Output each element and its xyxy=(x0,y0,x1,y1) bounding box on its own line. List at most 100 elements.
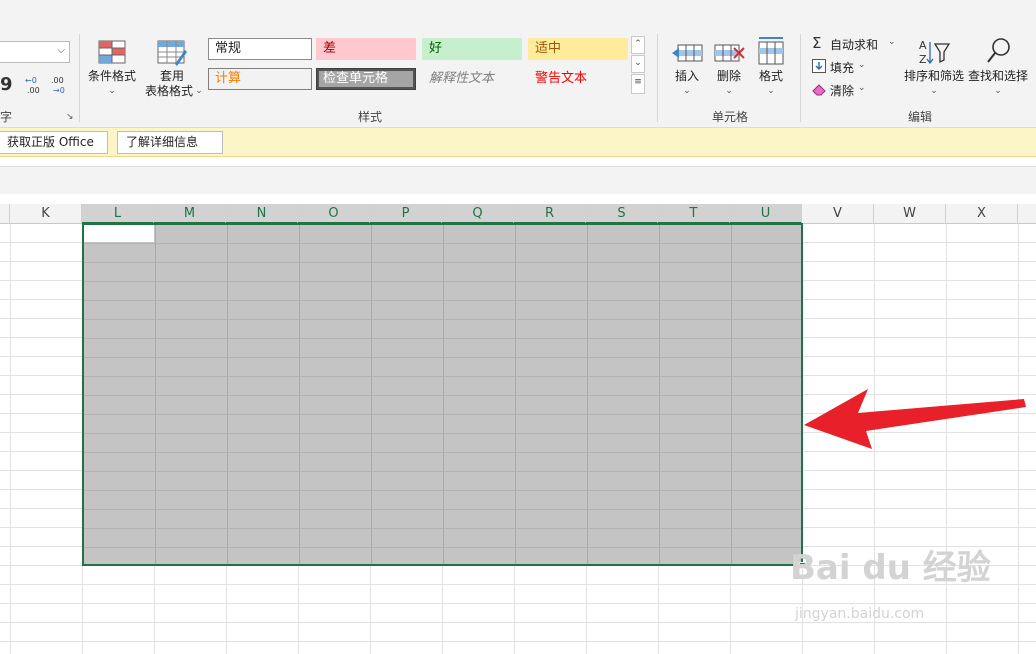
chevron-down-icon: ⌄ xyxy=(888,37,896,47)
delete-label: 删除 xyxy=(716,69,741,83)
column-header-x[interactable]: X xyxy=(946,204,1018,224)
column-header-n[interactable]: N xyxy=(226,204,298,224)
red-arrow-annotation xyxy=(804,389,1026,449)
formula-bar-gap xyxy=(0,166,1036,194)
clear-label: 清除 xyxy=(830,84,855,98)
svg-text:←0: ←0 xyxy=(25,76,37,85)
autosum-button[interactable]: Σ 自动求和 ⌄ xyxy=(810,34,900,53)
active-cell[interactable] xyxy=(84,225,154,242)
cell-style-4[interactable]: 计算 xyxy=(208,68,312,90)
gallery-scroll-up[interactable]: ⌃ xyxy=(631,36,645,54)
search-icon xyxy=(987,38,1010,63)
increase-decimal-button[interactable]: ←0 .00 xyxy=(24,74,44,96)
cell-style-7[interactable]: 警告文本 xyxy=(528,68,628,90)
column-header-m[interactable]: M xyxy=(154,204,226,224)
chevron-down-icon: ⌄ xyxy=(858,83,866,93)
chevron-down-icon: ⌄ xyxy=(930,86,938,96)
baidu-watermark: Bai du 经验 xyxy=(790,548,991,588)
increase-decimal-icon: ←0 .00 xyxy=(25,76,40,95)
sort-filter-label: 排序和筛选 xyxy=(903,69,964,83)
gallery-more-button[interactable]: ≡ xyxy=(631,74,645,94)
conditional-format-button[interactable]: 条件格式 ⌄ xyxy=(85,36,139,98)
sigma-icon: Σ xyxy=(812,34,822,52)
row-header-strip xyxy=(0,204,10,224)
cell-style-0[interactable]: 常规 xyxy=(208,38,312,60)
insert-cells-icon xyxy=(672,44,703,62)
group-separator xyxy=(657,34,658,122)
cell-style-3[interactable]: 适中 xyxy=(528,38,628,60)
chevron-down-icon: ⌄ xyxy=(195,86,203,96)
column-header-o[interactable]: O xyxy=(298,204,370,224)
format-as-table-label-1: 套用 xyxy=(159,69,184,83)
selected-range[interactable] xyxy=(82,223,803,566)
gallery-scroll-down[interactable]: ⌄ xyxy=(631,55,645,73)
fill-button[interactable]: 填充 ⌄ xyxy=(810,58,880,76)
column-headers: KLMNOPQRSTUVWX xyxy=(0,204,1036,224)
cell-style-6[interactable]: 解释性文本 xyxy=(422,68,522,90)
cells-group-label: 单元格 xyxy=(711,110,748,124)
chevron-down-icon: ⌄ xyxy=(858,60,866,70)
format-as-table-icon xyxy=(157,40,187,66)
svg-text:.00: .00 xyxy=(51,76,64,85)
column-header-t[interactable]: T xyxy=(658,204,730,224)
decrease-decimal-icon: .00 →0 xyxy=(51,76,65,95)
chevron-down-icon: ⌄ xyxy=(108,86,116,96)
find-select-button[interactable]: 查找和选择 ⌄ xyxy=(966,36,1030,98)
column-header-u[interactable]: U xyxy=(730,204,802,224)
cell-styles-gallery: 常规差好适中计算 检查单元格 解释性文本 警告文本 xyxy=(206,36,630,96)
learn-more-button[interactable]: 了解详细信息 xyxy=(117,131,223,154)
column-header-l[interactable]: L xyxy=(82,204,154,224)
format-label: 格式 xyxy=(758,69,783,83)
number-format-dropdown[interactable]: ⌵ xyxy=(0,41,70,63)
styles-group-label: 样式 xyxy=(357,110,382,124)
column-header-r[interactable]: R xyxy=(514,204,586,224)
chevron-down-icon: ⌄ xyxy=(767,86,775,96)
chevron-down-icon: ⌄ xyxy=(725,86,733,96)
cell-style-5[interactable]: 检查单元格 xyxy=(316,68,416,90)
fill-down-icon xyxy=(812,59,826,73)
activation-info-bar: 获取正版 Office 了解详细信息 xyxy=(0,128,1036,157)
ribbon: ⌵ 9 ←0 .00 .00 →0 字 ↘ 条件格式 ⌄ 套用 表格格式 ⌄ 常… xyxy=(0,0,1036,128)
format-cells-button[interactable]: 格式 ⌄ xyxy=(750,36,792,98)
baidu-watermark-url: jingyan.baidu.com xyxy=(795,606,925,622)
number-group-label: 字 xyxy=(0,110,13,124)
column-header-v[interactable]: V xyxy=(802,204,874,224)
conditional-format-label: 条件格式 xyxy=(87,69,136,83)
autosum-label: 自动求和 xyxy=(830,38,879,52)
group-separator xyxy=(800,34,801,122)
format-as-table-button[interactable]: 套用 表格格式 ⌄ xyxy=(140,36,204,98)
chevron-down-icon: ⌵ xyxy=(57,45,65,56)
decrease-decimal-button[interactable]: .00 →0 xyxy=(50,74,70,96)
group-separator xyxy=(79,34,80,122)
format-cells-icon xyxy=(758,37,784,65)
format-as-table-label-2: 表格格式 xyxy=(144,84,193,98)
column-header-p[interactable]: P xyxy=(370,204,442,224)
insert-label: 插入 xyxy=(674,69,699,83)
get-office-button[interactable]: 获取正版 Office xyxy=(0,131,108,154)
insert-cells-button[interactable]: 插入 ⌄ xyxy=(666,36,708,98)
column-header-q[interactable]: Q xyxy=(442,204,514,224)
conditional-format-icon xyxy=(98,40,126,64)
fill-label: 填充 xyxy=(830,61,855,75)
sort-filter-icon: A Z xyxy=(919,39,951,66)
eraser-icon xyxy=(812,84,826,96)
svg-text:.00: .00 xyxy=(27,86,40,95)
find-select-label: 查找和选择 xyxy=(967,69,1028,83)
sort-filter-button[interactable]: A Z 排序和筛选 ⌄ xyxy=(902,36,966,98)
comma-style-button[interactable]: 9 xyxy=(0,74,13,95)
clear-button[interactable]: 清除 ⌄ xyxy=(810,81,880,99)
delete-cells-button[interactable]: 删除 ⌄ xyxy=(708,36,750,98)
column-header-w[interactable]: W xyxy=(874,204,946,224)
svg-text:A: A xyxy=(919,39,927,52)
cell-style-1[interactable]: 差 xyxy=(316,38,416,60)
chevron-down-icon: ⌄ xyxy=(683,86,691,96)
column-header-k[interactable]: K xyxy=(10,204,82,224)
editing-group-label: 编辑 xyxy=(907,110,932,124)
dialog-launcher-icon[interactable]: ↘ xyxy=(66,112,74,122)
svg-text:Z: Z xyxy=(919,53,927,66)
svg-text:→0: →0 xyxy=(53,86,65,95)
chevron-down-icon: ⌄ xyxy=(994,86,1002,96)
column-header-s[interactable]: S xyxy=(586,204,658,224)
cell-style-2[interactable]: 好 xyxy=(422,38,522,60)
delete-cells-icon xyxy=(714,44,745,62)
